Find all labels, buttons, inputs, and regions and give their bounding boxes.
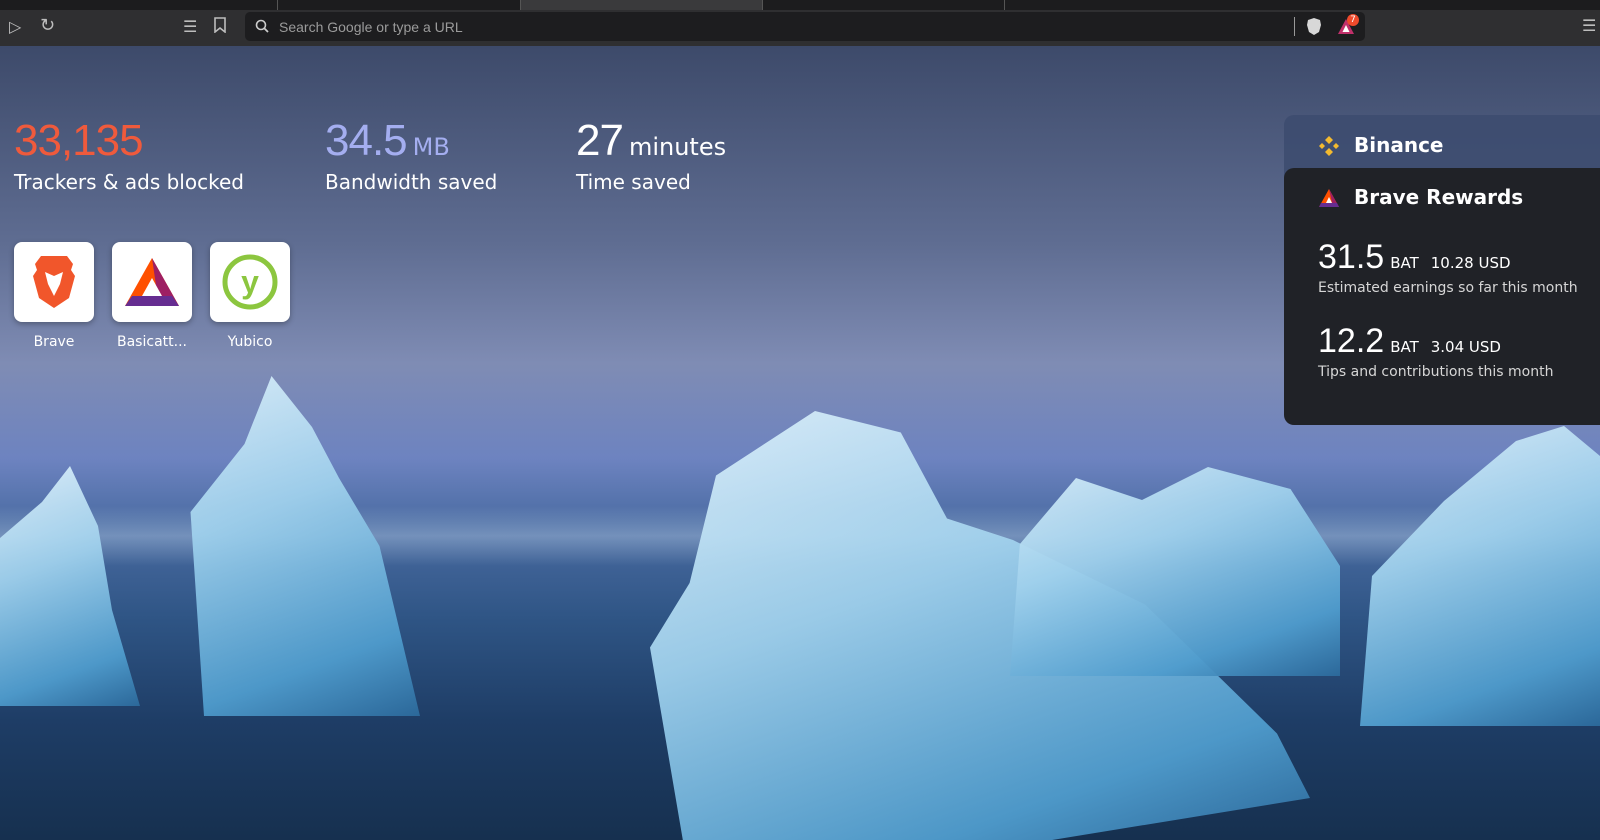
stat-label: Time saved <box>576 170 691 194</box>
reload-icon[interactable]: ↻ <box>40 17 55 35</box>
rewards-badge: 7 <box>1347 14 1359 26</box>
top-site-brave[interactable] <box>14 242 94 322</box>
rewards-title: Brave Rewards <box>1354 185 1524 209</box>
earnings-bat-value: 31.5 <box>1318 238 1385 276</box>
stat-value: 33,135 <box>14 116 144 165</box>
bookmark-icon[interactable] <box>214 17 226 36</box>
brave-rewards-widget[interactable]: Brave Rewards 31.5 BAT 10.28 USD Estimated… <box>1284 168 1600 425</box>
svg-text:y: y <box>241 264 259 300</box>
stat-value: 34.5 <box>325 116 408 165</box>
earnings-unit: BAT <box>1390 254 1419 272</box>
top-site-basicattention[interactable] <box>112 242 192 322</box>
brave-lion-icon <box>33 256 75 308</box>
tab-strip <box>0 0 1600 10</box>
stat-value: 27 <box>576 116 624 165</box>
stat-time-saved: 27 minutes Time saved <box>576 116 726 194</box>
earnings-description: Estimated earnings so far this month <box>1318 280 1578 296</box>
tips-amount: 12.2 BAT 3.04 USD <box>1318 322 1501 361</box>
stat-label: Bandwidth saved <box>325 170 498 194</box>
bat-logo-icon <box>1319 189 1339 207</box>
iceberg <box>1010 467 1340 676</box>
top-site-label: Brave <box>33 334 75 350</box>
iceberg <box>1360 426 1600 726</box>
reader-list-icon[interactable]: ☰ <box>183 19 197 35</box>
search-icon <box>255 19 269 33</box>
stat-unit: MB <box>412 133 450 161</box>
bat-logo-icon <box>125 258 179 306</box>
iceberg <box>0 466 140 706</box>
stat-bandwidth-saved: 34.5 MB Bandwidth saved <box>325 116 497 194</box>
yubico-logo-icon: y <box>222 254 278 310</box>
tab[interactable] <box>762 0 1004 10</box>
top-site-label: Basicatt... <box>117 334 187 350</box>
binance-title: Binance <box>1354 133 1444 157</box>
menu-icon[interactable]: ☰ <box>1582 18 1596 34</box>
tips-usd: 3.04 USD <box>1430 338 1501 356</box>
tab[interactable] <box>1004 0 1600 10</box>
tips-unit: BAT <box>1390 338 1419 356</box>
play-icon[interactable]: ▷ <box>9 19 21 35</box>
earnings-usd: 10.28 USD <box>1430 254 1511 272</box>
earnings-amount: 31.5 BAT 10.28 USD <box>1318 238 1511 277</box>
tips-description: Tips and contributions this month <box>1318 364 1554 380</box>
search-input[interactable] <box>279 12 1279 41</box>
top-site-yubico[interactable]: y <box>210 242 290 322</box>
tab[interactable] <box>277 0 520 10</box>
stat-unit: minutes <box>628 133 727 161</box>
tips-bat-value: 12.2 <box>1318 322 1385 360</box>
brave-shields-icon[interactable] <box>1306 17 1322 36</box>
top-site-label: Yubico <box>227 334 273 350</box>
stat-trackers-blocked: 33,135 Trackers & ads blocked <box>14 116 244 194</box>
address-bar[interactable]: 7 <box>245 12 1365 41</box>
tab-active[interactable] <box>520 0 762 10</box>
divider <box>1294 17 1295 36</box>
toolbar: ▷ ↻ ☰ 7 ☰ <box>0 10 1600 46</box>
stat-label: Trackers & ads blocked <box>14 170 244 194</box>
binance-logo-icon <box>1319 136 1339 156</box>
